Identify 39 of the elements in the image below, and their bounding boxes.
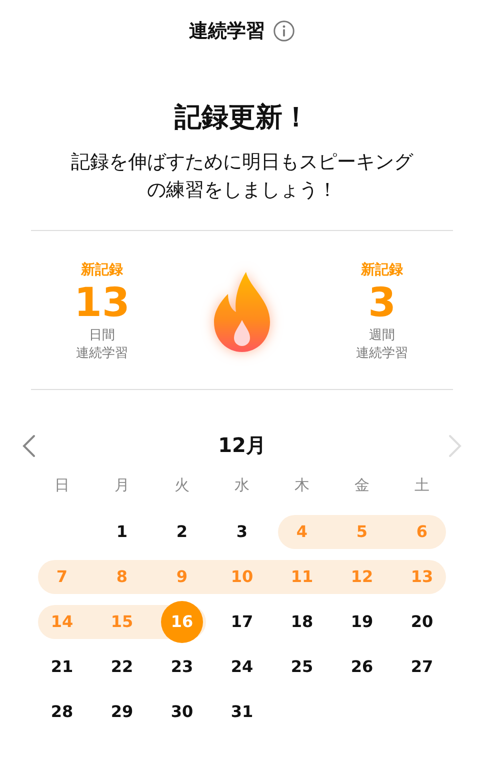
calendar-day[interactable]: 2 (161, 510, 203, 552)
record-label: 新記録 (81, 261, 123, 279)
weekday-label: 月 (114, 475, 130, 495)
calendar-day[interactable]: 30 (161, 690, 203, 732)
calendar-day[interactable]: 29 (101, 690, 143, 732)
streak-unit: 週間 (369, 327, 395, 345)
calendar-day[interactable]: 28 (41, 690, 83, 732)
calendar-day[interactable]: 3 (221, 510, 263, 552)
weekday-label: 土 (414, 475, 430, 495)
headline: 記録更新！ (173, 101, 310, 135)
calendar-day[interactable]: 19 (341, 600, 383, 642)
weekday-label: 水 (234, 475, 250, 495)
calendar-day[interactable]: 22 (101, 646, 143, 688)
streak-number: 13 (74, 279, 130, 327)
record-label: 新記録 (361, 261, 403, 279)
calendar-day[interactable]: 20 (401, 600, 443, 642)
weekday-label: 日 (54, 475, 70, 495)
streak-label: 連続学習 (76, 345, 128, 363)
weekday-label: 金 (354, 475, 370, 495)
calendar-day[interactable]: 23 (161, 646, 203, 688)
weekday-label: 火 (174, 475, 190, 495)
calendar-day[interactable]: 17 (221, 600, 263, 642)
streak-unit: 日間 (89, 327, 115, 345)
screen-title: 連続学習 (189, 19, 265, 44)
previous-month-button[interactable] (22, 434, 36, 458)
calendar-day[interactable]: 25 (281, 646, 323, 688)
calendar-day[interactable]: 27 (401, 646, 443, 688)
weekday-label: 木 (294, 475, 310, 495)
streak-label: 連続学習 (356, 345, 408, 363)
calendar-day[interactable]: 24 (221, 646, 263, 688)
calendar-day[interactable]: 26 (341, 646, 383, 688)
streak-number: 3 (368, 279, 396, 327)
message-text: 記録を伸ばすために明日もスピーキングの練習をしましょう！ (70, 150, 414, 203)
calendar-day[interactable]: 21 (41, 646, 83, 688)
calendar-day[interactable]: 31 (221, 690, 263, 732)
month-title: 12月 (218, 432, 266, 459)
info-icon[interactable] (273, 20, 295, 42)
calendar-day[interactable]: 18 (281, 600, 323, 642)
calendar-day[interactable]: 1 (101, 510, 143, 552)
